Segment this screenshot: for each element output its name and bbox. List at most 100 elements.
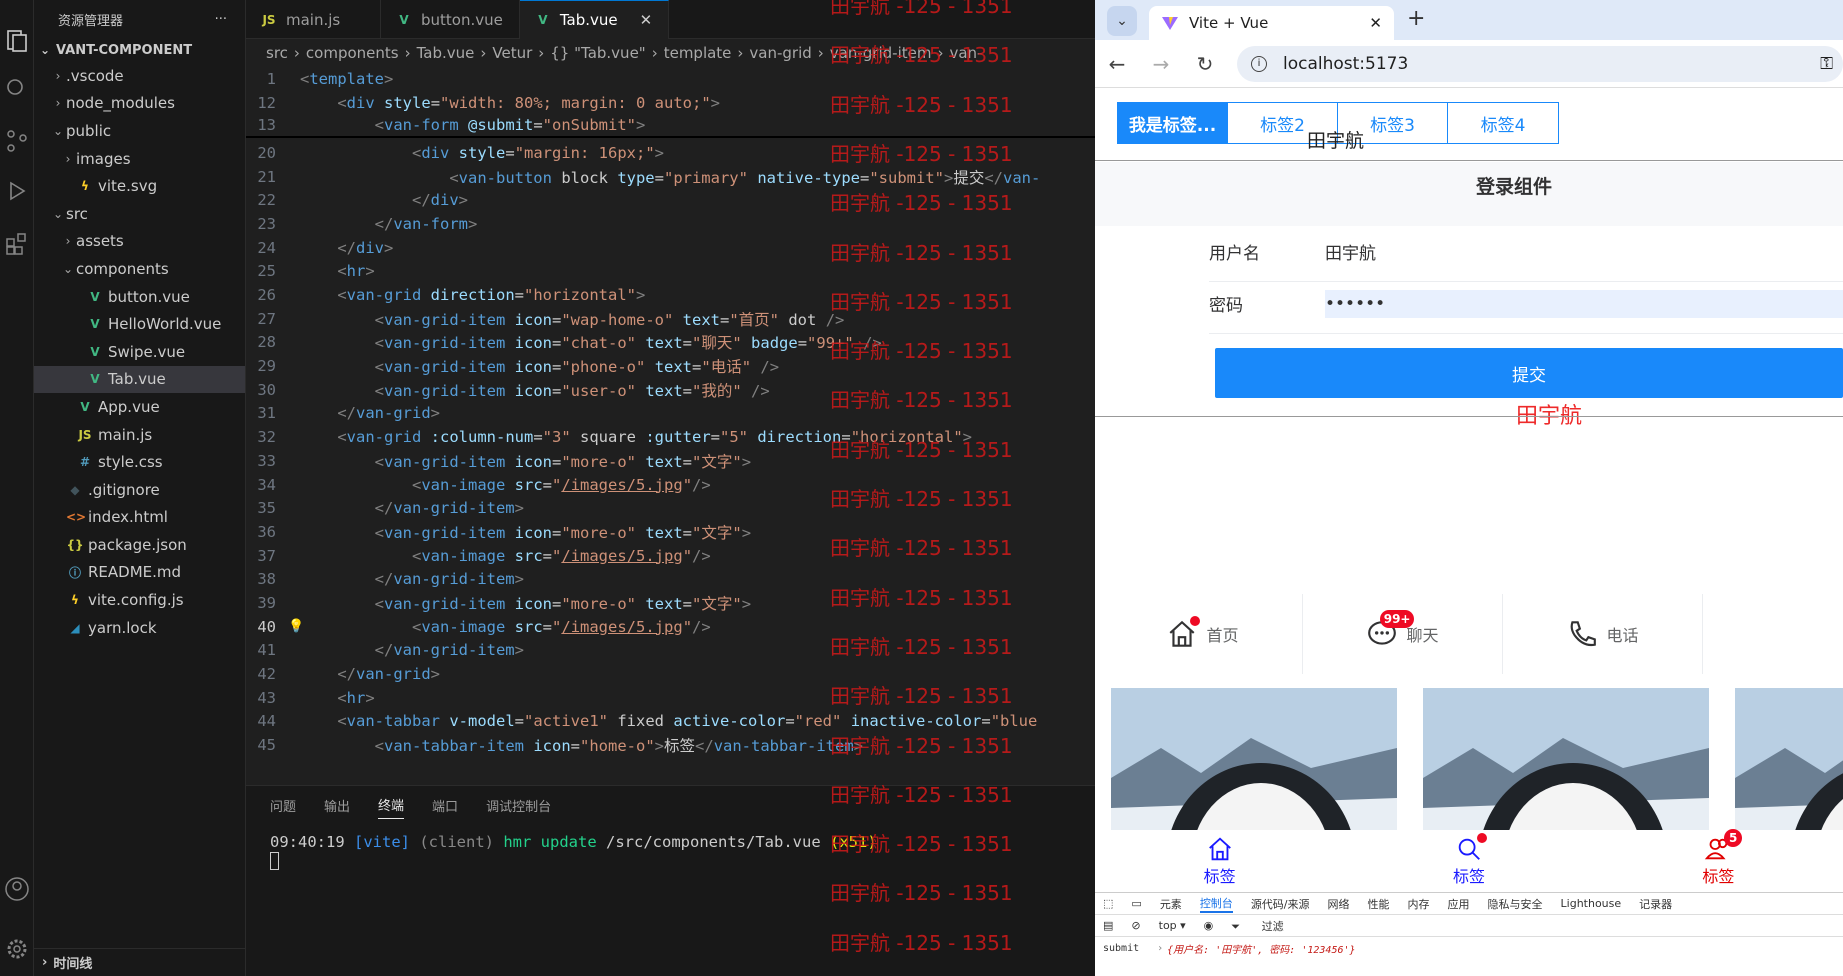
code-line[interactable]: 22 </div> xyxy=(246,188,1095,212)
breadcrumb-item[interactable]: van- xyxy=(949,44,982,62)
devtools-tab[interactable]: 性能 xyxy=(1368,896,1390,912)
tab-search-icon[interactable]: ⌄ xyxy=(1107,6,1137,36)
grid-item[interactable]: 99+ 聊天 xyxy=(1303,594,1503,674)
tree-item[interactable]: JS main.js xyxy=(34,421,245,449)
breadcrumb-item[interactable]: components xyxy=(306,44,399,62)
tree-item[interactable]: # style.css xyxy=(34,448,245,476)
more-actions-button[interactable]: ··· xyxy=(215,12,227,27)
tree-item[interactable]: ϟ vite.svg xyxy=(34,172,245,200)
terminal[interactable]: 09:40:19 [vite] (client) hmr update /src… xyxy=(246,824,1095,883)
devtools-tab[interactable]: 隐私与安全 xyxy=(1488,896,1543,912)
browser-tab[interactable]: Vite + Vue ✕ xyxy=(1149,6,1394,40)
panel-tab[interactable]: 输出 xyxy=(324,792,350,819)
editor-tab[interactable]: Vbutton.vue xyxy=(381,0,520,39)
code-line[interactable]: 28 <van-grid-item icon="chat-o" text="聊天… xyxy=(246,331,1095,355)
new-tab-button[interactable]: + xyxy=(1407,6,1425,31)
code-line[interactable]: 29 <van-grid-item icon="phone-o" text="电… xyxy=(246,354,1095,378)
tree-item[interactable]: V HelloWorld.vue xyxy=(34,310,245,338)
explorer-icon[interactable] xyxy=(4,28,30,54)
code-line[interactable]: 20 <div style="margin: 16px;"> xyxy=(246,141,1095,165)
code-view[interactable]: 1 <template> 12 <div style="width: 80%; ma… xyxy=(246,67,1095,785)
tree-item[interactable]: ⌄ src xyxy=(34,200,245,228)
code-line[interactable]: 24 </div> xyxy=(246,236,1095,260)
editor-tab[interactable]: V Tab.vue ✕ xyxy=(519,0,670,39)
tree-item[interactable]: › .vscode xyxy=(34,62,245,90)
tree-item[interactable]: ◆ .gitignore xyxy=(34,476,245,504)
extensions-icon[interactable] xyxy=(4,230,30,256)
account-icon[interactable] xyxy=(4,876,30,902)
tree-item[interactable]: ϟ vite.config.js xyxy=(34,586,245,614)
breadcrumb-item[interactable]: {} "Tab.vue" xyxy=(550,44,645,62)
code-line[interactable]: 12 <div style="width: 80%; margin: 0 aut… xyxy=(246,90,1095,115)
username-field[interactable]: 用户名 田宇航 xyxy=(1209,222,1843,282)
code-line[interactable]: 27 <van-grid-item icon="wap-home-o" text… xyxy=(246,307,1095,331)
tree-item[interactable]: ◢ yarn.lock xyxy=(34,614,245,642)
inspect-icon[interactable]: ⬚ xyxy=(1103,897,1113,910)
breadcrumb-item[interactable]: Vetur xyxy=(492,44,532,62)
code-line[interactable]: 31 </van-grid> xyxy=(246,402,1095,426)
breadcrumb-item[interactable]: van-grid xyxy=(749,44,811,62)
console-log[interactable]: submit › {用户名: '田宇航', 密码: '123456'} xyxy=(1095,937,1843,959)
code-line[interactable]: 13 <van-form @submit="onSubmit"> xyxy=(246,114,1095,139)
search-icon[interactable] xyxy=(4,76,30,102)
panel-tab[interactable]: 端口 xyxy=(432,792,458,819)
code-line[interactable]: 37 <van-image src="/images/5.jpg"/> xyxy=(246,544,1095,568)
tree-item[interactable]: V App.vue xyxy=(34,393,245,421)
tree-item[interactable]: ⌄ public xyxy=(34,117,245,145)
source-control-icon[interactable] xyxy=(4,128,30,154)
tree-item[interactable]: {} package.json xyxy=(34,531,245,559)
tree-item[interactable]: › node_modules xyxy=(34,90,245,118)
code-line[interactable]: 40 <van-image src="/images/5.jpg"/> 💡 xyxy=(246,615,1095,639)
url-input[interactable]: i localhost:5173 ⚿ xyxy=(1237,45,1843,82)
devtools-tab[interactable]: Lighthouse xyxy=(1561,897,1622,910)
tree-item[interactable]: V Swipe.vue xyxy=(34,338,245,366)
tabbar-item[interactable]: 5 标签 xyxy=(1594,829,1843,892)
tree-item[interactable]: V Tab.vue xyxy=(34,365,245,394)
code-line[interactable]: 43 <hr> xyxy=(246,686,1095,710)
code-line[interactable]: 45 <van-tabbar-item icon="home-o">标签</va… xyxy=(246,733,1095,757)
lightbulb-icon[interactable]: 💡 xyxy=(288,619,304,634)
devtools-tab[interactable]: 源代码/来源 xyxy=(1251,896,1310,912)
devtools-tab[interactable]: 元素 xyxy=(1160,896,1182,912)
devtools-tab[interactable]: 内存 xyxy=(1408,896,1430,912)
grid-item[interactable]: 首页 xyxy=(1103,594,1303,674)
panel-tab[interactable]: 调试控制台 xyxy=(486,792,551,819)
code-line[interactable]: 41 </van-grid-item> xyxy=(246,639,1095,663)
context-select[interactable]: top ▾ xyxy=(1159,919,1186,932)
password-field[interactable]: 密码 •••••• xyxy=(1209,274,1843,334)
tabbar-item[interactable]: 标签 xyxy=(1344,830,1593,892)
eye-icon[interactable]: ◉ xyxy=(1204,919,1214,932)
code-line[interactable]: 25 <hr> xyxy=(246,260,1095,284)
code-line[interactable]: 23 </van-form> xyxy=(246,212,1095,236)
grid-item[interactable] xyxy=(1703,594,1843,674)
breadcrumb-item[interactable]: Tab.vue xyxy=(417,44,475,62)
breadcrumb-item[interactable]: template xyxy=(664,44,732,62)
devtools-tab[interactable]: 记录器 xyxy=(1639,896,1672,912)
panel-tab[interactable]: 终端 xyxy=(378,791,405,819)
tree-item[interactable]: ⌄ components xyxy=(34,255,245,283)
tree-item[interactable]: › images xyxy=(34,145,245,173)
code-line[interactable]: 38 </van-grid-item> xyxy=(246,567,1095,591)
code-line[interactable]: 33 <van-grid-item icon="more-o" text="文字… xyxy=(246,449,1095,473)
devtools-tab[interactable]: 应用 xyxy=(1448,896,1470,912)
code-line[interactable]: 34 <van-image src="/images/5.jpg"/> xyxy=(246,473,1095,497)
grid-item[interactable]: 电话 xyxy=(1503,594,1703,674)
clear-console-icon[interactable]: ⊘ xyxy=(1131,919,1140,932)
tree-item[interactable]: Vbutton.vue xyxy=(34,283,245,311)
workspace-root[interactable]: ⌄ VANT-COMPONENT xyxy=(34,38,245,62)
forward-icon[interactable]: → xyxy=(1139,52,1183,76)
code-line[interactable]: 1 <template> xyxy=(246,67,1095,91)
close-icon[interactable]: ✕ xyxy=(640,11,653,29)
code-line[interactable]: 32 <van-grid :column-num="3" square :gut… xyxy=(246,425,1095,449)
close-tab-icon[interactable]: ✕ xyxy=(1369,14,1382,32)
device-toggle-icon[interactable]: ▭ xyxy=(1131,897,1141,910)
code-line[interactable]: 26 <van-grid direction="horizontal"> xyxy=(246,283,1095,307)
code-line[interactable]: 30 <van-grid-item icon="user-o" text="我的… xyxy=(246,378,1095,402)
code-line[interactable]: 35 </van-grid-item> xyxy=(246,496,1095,520)
code-line[interactable]: 36 <van-grid-item icon="more-o" text="文字… xyxy=(246,520,1095,544)
code-line[interactable]: 42 </van-grid> xyxy=(246,662,1095,686)
code-line[interactable]: 44 <van-tabbar v-model="active1" fixed a… xyxy=(246,710,1095,734)
tree-item[interactable]: ⓘ README.md xyxy=(34,559,245,587)
breadcrumb-item[interactable]: src xyxy=(266,44,288,62)
devtools-tab[interactable]: 网络 xyxy=(1328,896,1350,912)
